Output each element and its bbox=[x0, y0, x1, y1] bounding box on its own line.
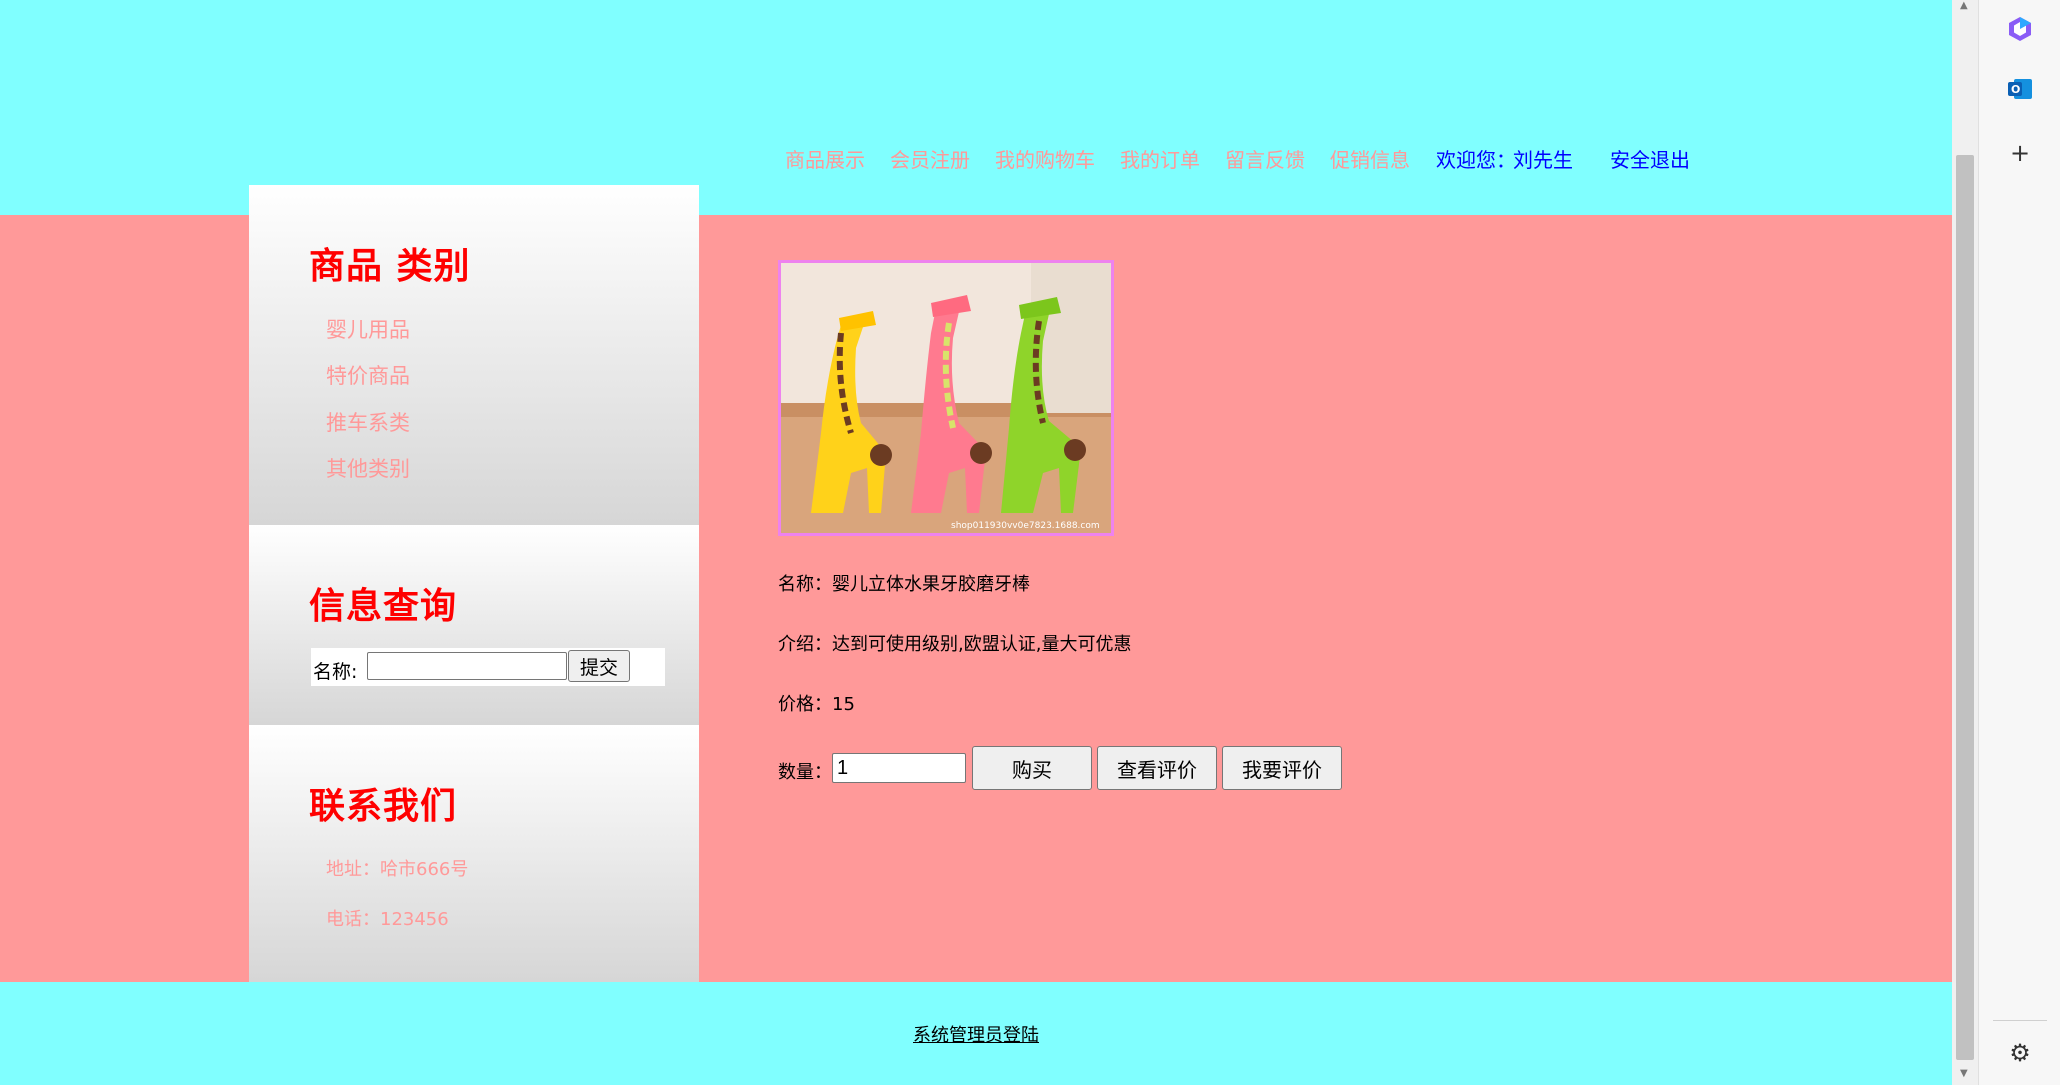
browser-side-panel: O + ⚙ bbox=[1978, 0, 2060, 1085]
search-submit-button[interactable]: 提交 bbox=[568, 650, 630, 682]
view-reviews-button[interactable]: 查看评价 bbox=[1097, 746, 1217, 790]
giraffe-teether-image: shop011930vv0e7823.1688.com bbox=[781, 263, 1111, 533]
product-price: 15 bbox=[832, 694, 855, 715]
vertical-scrollbar[interactable]: ▲ ▼ bbox=[1952, 0, 1978, 1085]
product-name: 婴儿立体水果牙胶磨牙棒 bbox=[832, 574, 1030, 595]
product-image: shop011930vv0e7823.1688.com bbox=[778, 260, 1114, 536]
admin-login-link[interactable]: 系统管理员登陆 bbox=[913, 1021, 1039, 1047]
scroll-down-arrow-icon[interactable]: ▼ bbox=[1960, 1068, 1968, 1079]
contact-panel: 联系我们 地址：哈市666号 电话：123456 bbox=[249, 725, 699, 982]
image-watermark: shop011930vv0e7823.1688.com bbox=[951, 521, 1100, 531]
page: 商品展示 会员注册 我的购物车 我的订单 留言反馈 促销信息 欢迎您： 刘先生 … bbox=[0, 0, 1952, 1085]
nav-item-register[interactable]: 会员注册 bbox=[890, 144, 970, 173]
search-form: 名称: 提交 bbox=[311, 648, 665, 686]
nav-item-cart[interactable]: 我的购物车 bbox=[995, 144, 1095, 173]
outlook-icon[interactable]: O bbox=[2003, 72, 2037, 106]
search-label: 名称: bbox=[313, 661, 358, 683]
nav-item-products[interactable]: 商品展示 bbox=[785, 144, 865, 173]
footer: 系统管理员登陆 bbox=[0, 982, 1952, 1085]
product-price-row: 价格：15 bbox=[778, 690, 855, 716]
nav-item-orders[interactable]: 我的订单 bbox=[1120, 144, 1200, 173]
copilot-icon[interactable] bbox=[2003, 12, 2037, 46]
top-nav: 商品展示 会员注册 我的购物车 我的订单 留言反馈 促销信息 欢迎您： 刘先生 … bbox=[785, 144, 1785, 172]
contact-address: 地址：哈市666号 bbox=[326, 859, 469, 880]
search-panel: 信息查询 bbox=[249, 525, 699, 725]
nav-item-promotions[interactable]: 促销信息 bbox=[1330, 144, 1410, 173]
product-price-label: 价格： bbox=[778, 694, 832, 715]
product-intro: 达到可使用级别,欧盟认证,量大可优惠 bbox=[832, 634, 1132, 655]
write-review-button[interactable]: 我要评价 bbox=[1222, 746, 1342, 790]
scroll-up-arrow-icon[interactable]: ▲ bbox=[1960, 0, 1968, 11]
search-title: 信息查询 bbox=[309, 586, 458, 627]
quantity-label: 数量： bbox=[778, 762, 832, 783]
categories-title: 商品 类别 bbox=[309, 246, 471, 287]
contact-phone: 电话：123456 bbox=[326, 909, 449, 930]
plus-icon[interactable]: + bbox=[2003, 136, 2037, 170]
contact-title: 联系我们 bbox=[309, 786, 458, 827]
sidebar: 商品 类别 婴儿用品 特价商品 推车系类 其他类别 信息查询 名称: 提交 联系… bbox=[249, 185, 699, 982]
search-input[interactable] bbox=[367, 652, 567, 680]
product-name-row: 名称：婴儿立体水果牙胶磨牙棒 bbox=[778, 570, 1030, 596]
header: 商品展示 会员注册 我的购物车 我的订单 留言反馈 促销信息 欢迎您： 刘先生 … bbox=[0, 0, 1952, 215]
product-intro-label: 介绍： bbox=[778, 634, 832, 655]
logout-link[interactable]: 安全退出 bbox=[1610, 144, 1690, 173]
svg-text:O: O bbox=[2011, 83, 2020, 96]
welcome-label: 欢迎您： bbox=[1436, 148, 1516, 172]
user-name-link[interactable]: 刘先生 bbox=[1513, 144, 1573, 173]
panel-divider bbox=[1993, 1020, 2047, 1021]
gear-icon[interactable]: ⚙ bbox=[2003, 1036, 2037, 1070]
nav-item-feedback[interactable]: 留言反馈 bbox=[1225, 144, 1305, 173]
category-link[interactable]: 特价商品 bbox=[326, 360, 410, 390]
categories-panel: 商品 类别 婴儿用品 特价商品 推车系类 其他类别 bbox=[249, 185, 699, 525]
product-intro-row: 介绍：达到可使用级别,欧盟认证,量大可优惠 bbox=[778, 630, 1131, 656]
scrollbar-thumb[interactable] bbox=[1956, 155, 1974, 1060]
product-name-label: 名称： bbox=[778, 574, 832, 595]
category-link[interactable]: 其他类别 bbox=[326, 453, 410, 483]
buy-button[interactable]: 购买 bbox=[972, 746, 1092, 790]
quantity-input[interactable] bbox=[832, 753, 966, 783]
category-link[interactable]: 婴儿用品 bbox=[326, 314, 410, 344]
category-link[interactable]: 推车系类 bbox=[326, 407, 410, 437]
